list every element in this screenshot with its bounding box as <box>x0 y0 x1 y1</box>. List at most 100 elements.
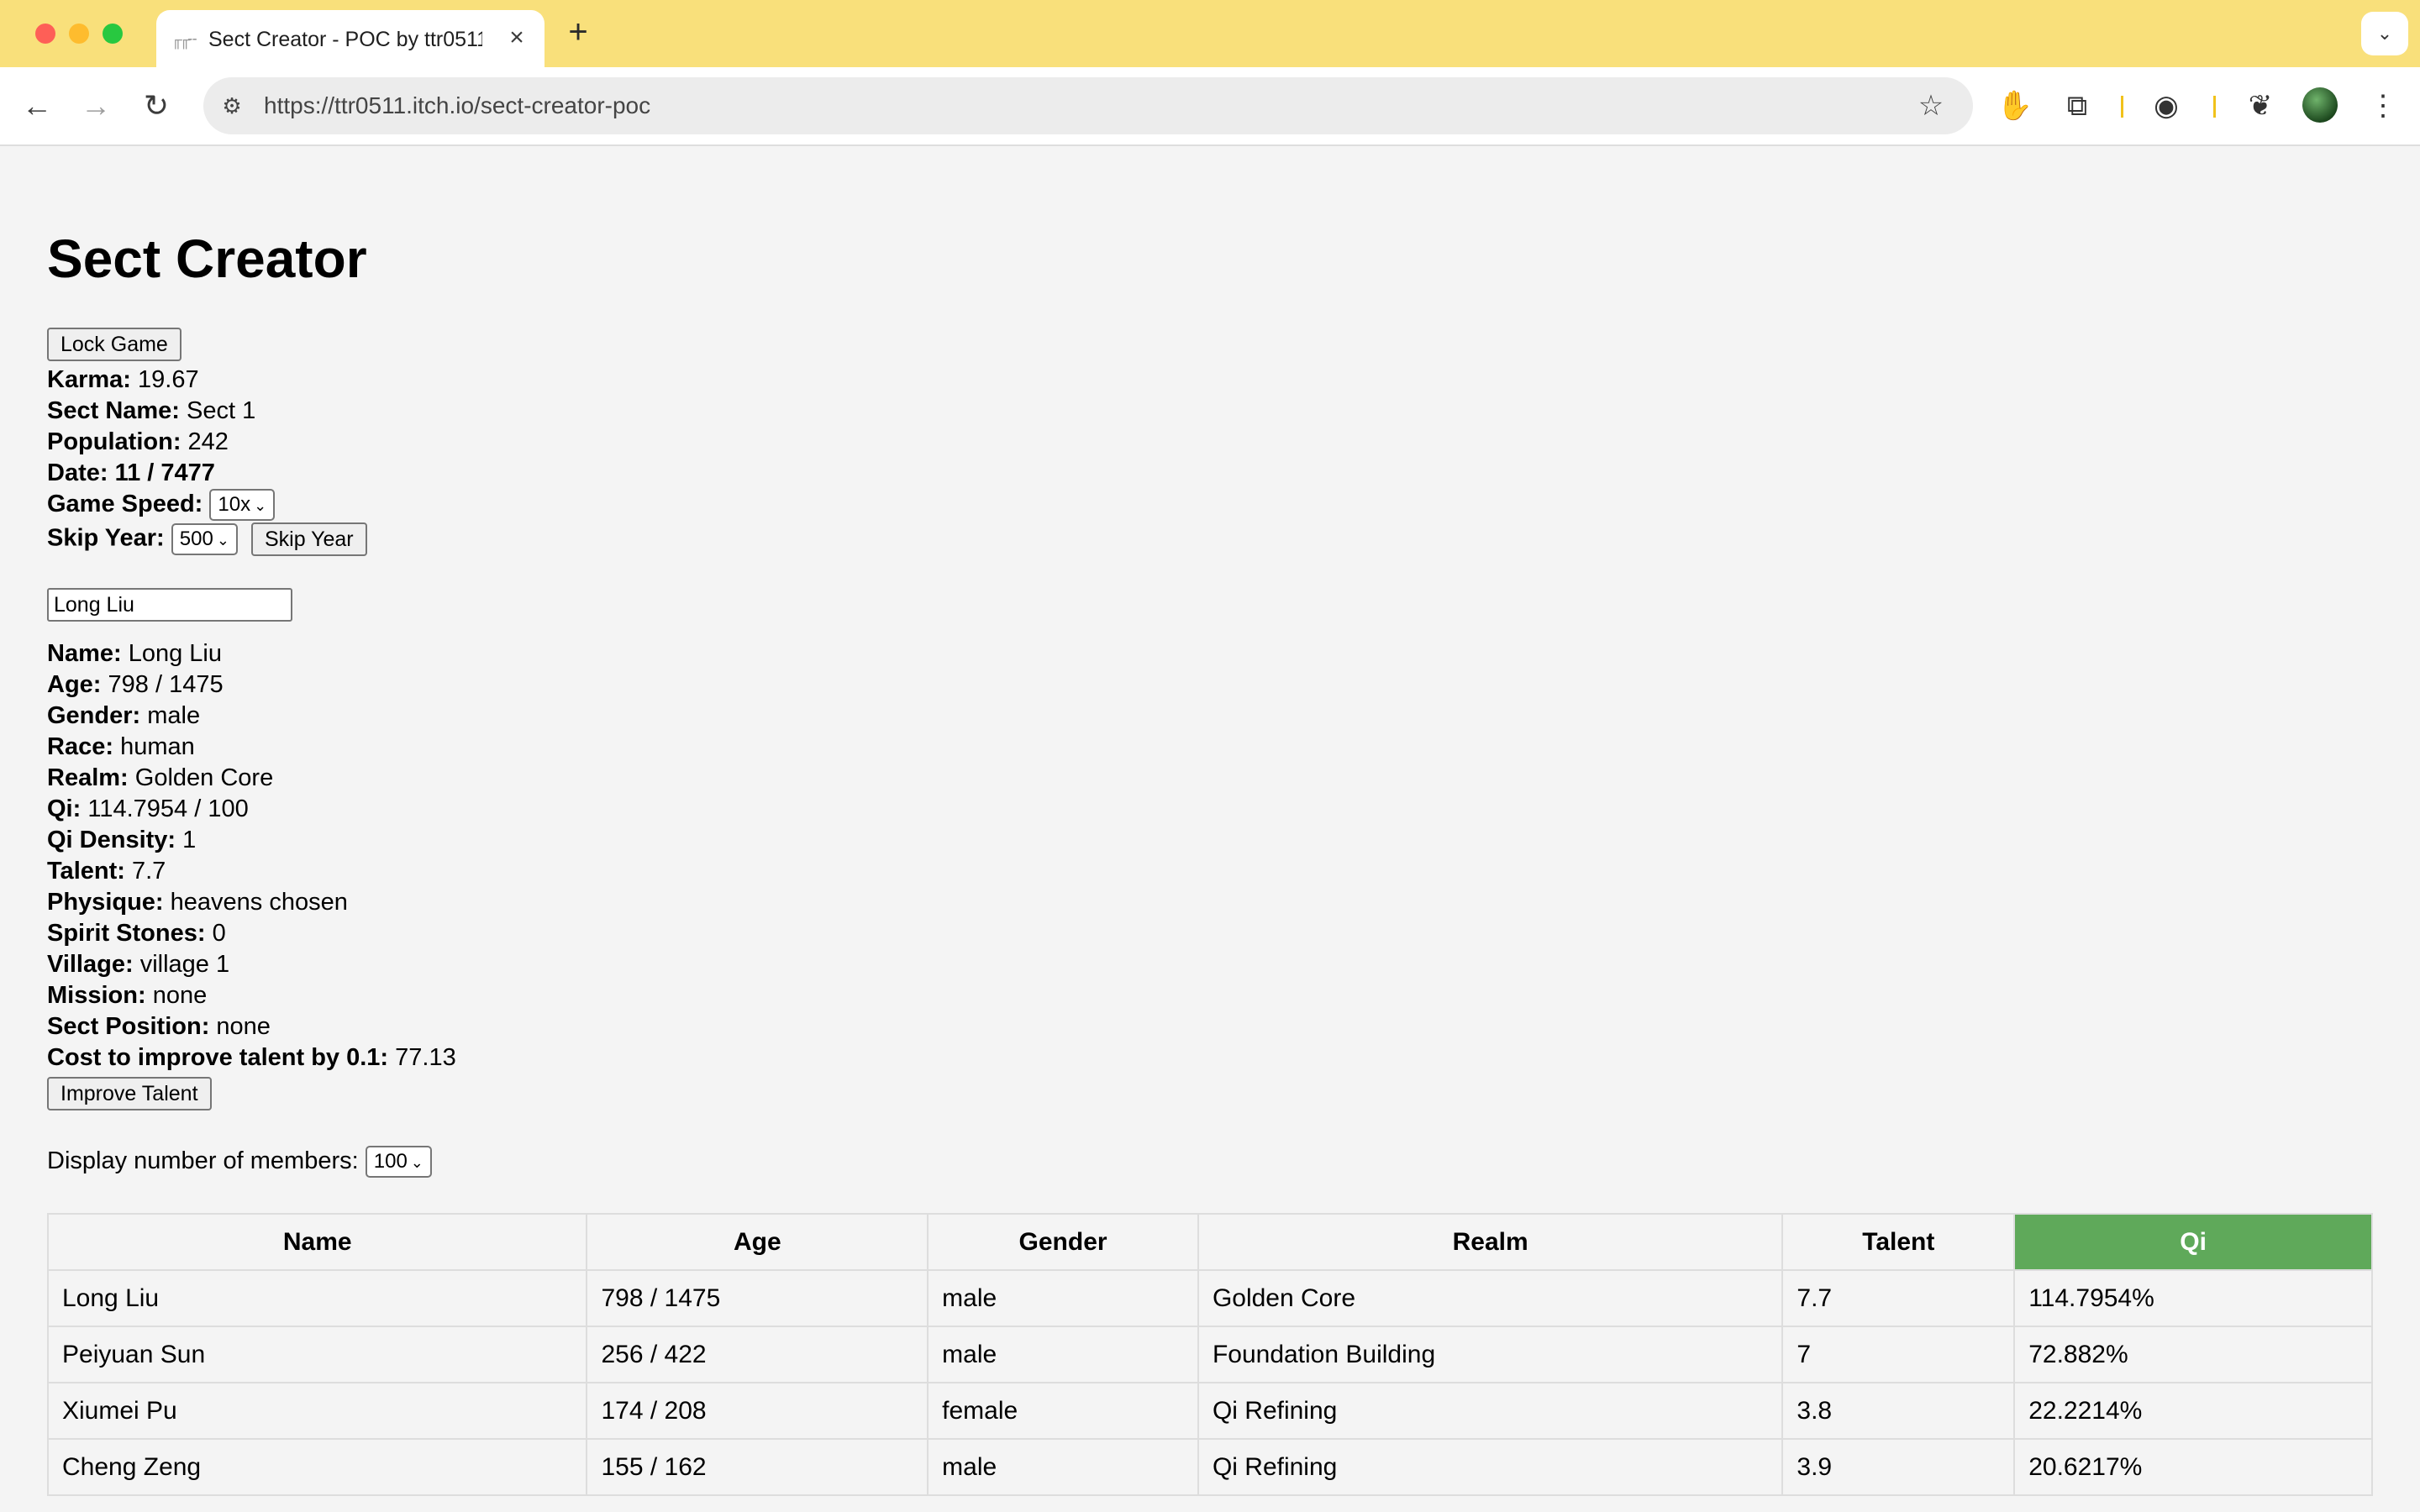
member-mission-line: Mission: none <box>47 980 456 1011</box>
table-row: Long Liu 798 / 1475 male Golden Core 7.7… <box>46 1269 2373 1327</box>
field-label: Age: <box>47 671 102 698</box>
leaf-extension-icon[interactable]: ❦ <box>2240 86 2281 126</box>
member-race-line: Race: human <box>47 732 456 763</box>
browser-tab-active[interactable]: ╓╓╌ Sect Creator - POC by ttr0511 × <box>156 10 544 67</box>
column-header-gender[interactable]: Gender <box>927 1213 1199 1271</box>
new-tab-icon[interactable]: + <box>563 15 593 49</box>
cell-name: Long Liu <box>46 1269 588 1327</box>
cell-age: 256 / 422 <box>586 1326 929 1383</box>
cell-name: Peiyuan Sun <box>46 1326 588 1383</box>
cell-realm: Golden Core <box>1197 1269 1784 1327</box>
field-value: 1 <box>182 827 197 853</box>
population-label: Population: <box>47 428 182 455</box>
cell-talent: 3.9 <box>1781 1438 2016 1496</box>
member-sect-position-line: Sect Position: none <box>47 1011 456 1042</box>
url-text[interactable]: https://ttr0511.itch.io/sect-creator-poc <box>264 91 650 121</box>
date-line: Date: 11 / 7477 <box>47 458 215 489</box>
minimize-window-button[interactable] <box>69 24 89 44</box>
field-value: 77.13 <box>395 1044 456 1071</box>
cell-age: 155 / 162 <box>586 1438 929 1496</box>
screenshot-camera-icon[interactable]: ◉ <box>2146 86 2186 126</box>
member-realm-line: Realm: Golden Core <box>47 763 456 794</box>
table-row: Xiumei Pu 174 / 208 female Qi Refining 3… <box>46 1382 2373 1440</box>
cell-realm: Qi Refining <box>1197 1438 1784 1496</box>
address-bar[interactable]: ⚙ https://ttr0511.itch.io/sect-creator-p… <box>203 77 1973 134</box>
member-gender-line: Gender: male <box>47 701 456 732</box>
reload-icon[interactable]: ↻ <box>138 87 175 124</box>
improve-talent-button[interactable]: Improve Talent <box>47 1077 212 1110</box>
cell-name: Xiumei Pu <box>46 1382 588 1440</box>
column-header-realm[interactable]: Realm <box>1197 1213 1784 1271</box>
field-label: Village: <box>47 951 134 978</box>
profile-avatar[interactable] <box>2302 87 2338 123</box>
cell-name: Cheng Zeng <box>46 1438 588 1496</box>
karma-value: 19.67 <box>138 366 199 393</box>
table-row: Peiyuan Sun 256 / 422 male Foundation Bu… <box>46 1326 2373 1383</box>
itch-icon: ╓╓╌ <box>171 31 197 48</box>
game-speed-line: Game Speed: 10x ⌄ <box>47 489 276 522</box>
chevron-down-icon: ⌄ <box>216 532 229 549</box>
cell-talent: 3.8 <box>1781 1382 2016 1440</box>
field-value: human <box>120 733 195 760</box>
sect-name-line: Sect Name: Sect 1 <box>47 396 255 427</box>
skip-year-button[interactable]: Skip Year <box>250 522 367 556</box>
karma-line: Karma: 19.67 <box>47 365 199 396</box>
field-label: Cost to improve talent by 0.1: <box>47 1044 389 1071</box>
column-header-qi[interactable]: Qi <box>2013 1213 2373 1271</box>
field-label: Mission: <box>47 982 146 1009</box>
column-header-age[interactable]: Age <box>586 1213 929 1271</box>
member-physique-line: Physique: heavens chosen <box>47 887 456 918</box>
field-label: Sect Position: <box>47 1013 210 1040</box>
member-name-line: Name: Long Liu <box>47 638 456 669</box>
field-value: village 1 <box>139 951 230 978</box>
column-header-name[interactable]: Name <box>46 1213 588 1271</box>
maximize-window-button[interactable] <box>103 24 123 44</box>
skip-year-line: Skip Year: 500 ⌄ Skip Year <box>47 522 367 556</box>
skip-year-select[interactable]: 500 ⌄ <box>171 523 238 555</box>
cell-talent: 7.7 <box>1781 1269 2016 1327</box>
back-arrow-icon[interactable]: ← <box>18 87 55 124</box>
member-qi-line: Qi: 114.7954 / 100 <box>47 794 456 825</box>
display-members-select[interactable]: 100 ⌄ <box>365 1146 432 1179</box>
chevron-down-icon: ⌄ <box>254 497 267 515</box>
field-value: none <box>152 982 208 1009</box>
more-menu-icon[interactable]: ⋮ <box>2363 86 2403 126</box>
field-value: Golden Core <box>134 764 274 791</box>
population-line: Population: 242 <box>47 427 229 458</box>
cell-talent: 7 <box>1781 1326 2016 1383</box>
cell-age: 798 / 1475 <box>586 1269 929 1327</box>
bookmark-star-icon[interactable]: ☆ <box>1914 89 1948 123</box>
member-search-input[interactable]: Long Liu <box>47 588 292 622</box>
field-label: Talent: <box>47 858 125 885</box>
close-icon[interactable]: × <box>502 24 531 52</box>
member-details: Name: Long Liu Age: 798 / 1475 Gender: m… <box>47 638 456 1074</box>
extensions-puzzle-icon[interactable]: ⧉ <box>2057 86 2097 126</box>
field-label: Realm: <box>47 764 129 791</box>
field-label: Gender: <box>47 702 141 729</box>
member-qi-density-line: Qi Density: 1 <box>47 825 456 856</box>
lock-game-button[interactable]: Lock Game <box>47 328 182 361</box>
skip-year-label: Skip Year: <box>47 524 165 552</box>
member-talent-line: Talent: 7.7 <box>47 856 456 887</box>
table-row: Cheng Zeng 155 / 162 male Qi Refining 3.… <box>46 1438 2373 1496</box>
hand-blocker-extension-icon[interactable]: ✋ <box>1995 86 2035 126</box>
site-info-icon[interactable]: ⚙ <box>217 91 247 121</box>
cell-qi: 72.882% <box>2013 1326 2373 1383</box>
close-window-button[interactable] <box>35 24 55 44</box>
member-talent-cost-line: Cost to improve talent by 0.1: 77.13 <box>47 1042 456 1074</box>
forward-arrow-icon[interactable]: → <box>77 87 114 124</box>
cell-gender: male <box>927 1326 1199 1383</box>
game-speed-label: Game Speed: <box>47 491 203 517</box>
game-speed-select[interactable]: 10x ⌄ <box>209 489 276 522</box>
column-header-talent[interactable]: Talent <box>1781 1213 2016 1271</box>
cell-gender: male <box>927 1438 1199 1496</box>
sect-name-label: Sect Name: <box>47 397 180 424</box>
browser-toolbar: ← → ↻ ⚙ https://ttr0511.itch.io/sect-cre… <box>0 67 2420 146</box>
member-spirit-stones-line: Spirit Stones: 0 <box>47 918 456 949</box>
population-value: 242 <box>187 428 229 455</box>
member-age-line: Age: 798 / 1475 <box>47 669 456 701</box>
display-members-value: 100 <box>373 1150 408 1173</box>
field-value: Long Liu <box>128 640 222 667</box>
field-value: none <box>216 1013 271 1040</box>
tab-search-chevron-icon[interactable]: ⌄ <box>2361 12 2408 55</box>
